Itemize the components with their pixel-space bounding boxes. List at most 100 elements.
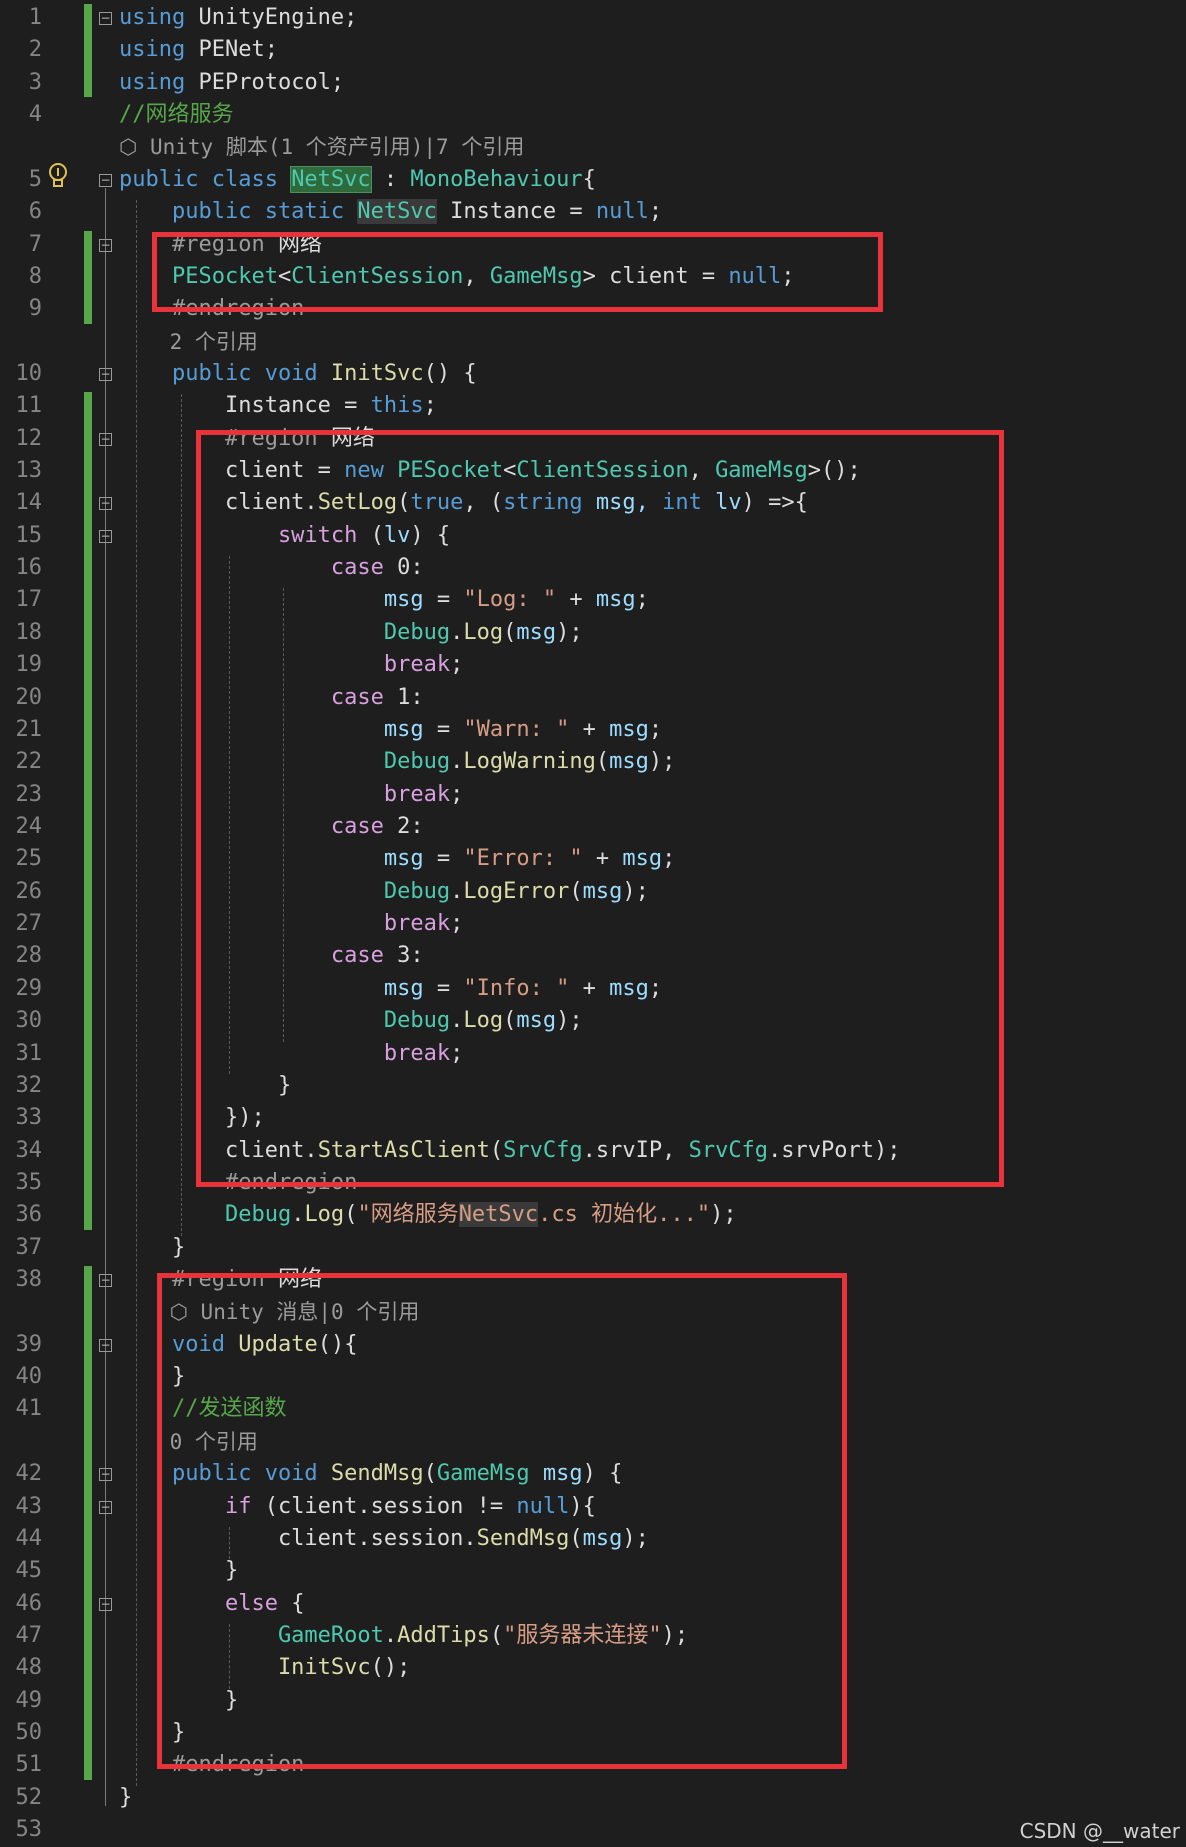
line-number: 39 bbox=[15, 1331, 43, 1357]
code-token: InitSvc bbox=[330, 360, 424, 386]
code-line[interactable]: 52} bbox=[0, 1782, 1186, 1814]
collapse-toggle-icon[interactable]: − bbox=[99, 1338, 112, 1352]
code-token: .cs 初始化..." bbox=[538, 1202, 711, 1228]
line-number: 29 bbox=[15, 975, 43, 1001]
code-token: this bbox=[370, 393, 424, 419]
code-token: null bbox=[595, 199, 649, 225]
line-number: 48 bbox=[15, 1655, 43, 1681]
line-number: 28 bbox=[15, 943, 43, 969]
line-number: 47 bbox=[15, 1623, 43, 1648]
line-number: 19 bbox=[15, 652, 43, 678]
codelens-text[interactable]: 2 个引用 bbox=[119, 326, 258, 358]
line-number: 51 bbox=[15, 1752, 43, 1778]
code-line[interactable]: 11 Instance = this; bbox=[0, 390, 1186, 422]
code-token: using bbox=[119, 69, 186, 95]
code-token: . bbox=[291, 1202, 305, 1228]
line-number: 45 bbox=[15, 1558, 43, 1584]
code-token: ⬡ Unity 脚本(1 个资产引用)|7 个引用 bbox=[119, 135, 525, 160]
line-number: 36 bbox=[15, 1202, 43, 1228]
line-number: 13 bbox=[15, 458, 43, 484]
line-number: 5 bbox=[28, 166, 42, 192]
codelens-row[interactable]: 2 个引用 bbox=[0, 326, 1186, 358]
code-text: public class NetSvc : MonoBehaviour{ bbox=[119, 164, 596, 196]
line-number: 30 bbox=[15, 1008, 43, 1034]
collapse-toggle-icon[interactable]: − bbox=[99, 173, 112, 187]
line-number: 52 bbox=[15, 1784, 43, 1810]
collapse-toggle-icon[interactable]: − bbox=[99, 1597, 112, 1611]
code-text: public static NetSvc Instance = null; bbox=[119, 196, 662, 228]
code-line[interactable]: 37 } bbox=[0, 1232, 1186, 1264]
collapse-toggle-icon[interactable]: − bbox=[99, 1274, 112, 1288]
collapse-toggle-icon[interactable]: − bbox=[99, 529, 112, 543]
code-token: 2 个引用 bbox=[119, 329, 258, 354]
code-line[interactable]: 2 using PENet; bbox=[0, 34, 1186, 66]
annotation-box-field bbox=[152, 232, 883, 312]
code-token: Debug bbox=[119, 1202, 292, 1228]
line-number: 1 bbox=[28, 5, 42, 30]
code-line[interactable]: 6 public static NetSvc Instance = null; bbox=[0, 196, 1186, 228]
code-line[interactable]: 5 public class NetSvc : MonoBehaviour{ bbox=[0, 164, 1186, 196]
code-text: using UnityEngine; bbox=[119, 2, 357, 34]
code-line[interactable]: 10 public void InitSvc() { bbox=[0, 358, 1186, 390]
line-number: 18 bbox=[15, 619, 43, 645]
code-token: Instance = bbox=[119, 393, 371, 419]
code-token: ( bbox=[344, 1202, 358, 1228]
line-number: 27 bbox=[15, 911, 43, 937]
collapse-toggle-icon[interactable]: − bbox=[99, 1468, 112, 1482]
line-number: 53 bbox=[15, 1817, 43, 1843]
line-number: 6 bbox=[28, 199, 42, 225]
line-number: 16 bbox=[15, 555, 43, 581]
line-number: 8 bbox=[28, 263, 42, 289]
line-number: 3 bbox=[28, 69, 42, 95]
code-line[interactable]: 36 Debug.Log("网络服务NetSvc.cs 初始化..."); bbox=[0, 1199, 1186, 1231]
collapse-toggle-icon[interactable]: − bbox=[99, 1500, 112, 1514]
line-number: 35 bbox=[15, 1169, 43, 1195]
line-number: 4 bbox=[28, 102, 42, 128]
code-text: } bbox=[119, 1232, 185, 1264]
line-number: 14 bbox=[15, 490, 43, 516]
code-text: } bbox=[119, 1782, 132, 1814]
watermark: CSDN @__water bbox=[1019, 1819, 1180, 1843]
code-token: : bbox=[370, 166, 411, 192]
code-token: PENet; bbox=[185, 37, 278, 63]
code-line[interactable]: 53 bbox=[0, 1814, 1186, 1846]
line-number: 20 bbox=[15, 684, 43, 710]
line-number: 17 bbox=[15, 587, 43, 613]
change-indicator-bar bbox=[84, 4, 92, 98]
codelens-text[interactable]: ⬡ Unity 脚本(1 个资产引用)|7 个引用 bbox=[119, 131, 524, 163]
collapse-toggle-icon[interactable]: − bbox=[99, 367, 112, 381]
code-line[interactable]: 1 using UnityEngine; bbox=[0, 2, 1186, 34]
collapse-toggle-icon[interactable]: − bbox=[99, 432, 112, 446]
line-number: 26 bbox=[15, 878, 43, 904]
code-text: using PEProtocol; bbox=[119, 67, 344, 99]
line-number: 21 bbox=[15, 716, 43, 742]
line-number: 38 bbox=[15, 1267, 43, 1293]
collapse-toggle-icon[interactable]: − bbox=[99, 12, 112, 25]
line-number: 15 bbox=[15, 522, 43, 548]
code-line[interactable]: 3 using PEProtocol; bbox=[0, 67, 1186, 99]
code-token: NetSvc bbox=[290, 165, 372, 193]
code-token: NetSvc bbox=[357, 199, 437, 225]
code-token: "网络服务 bbox=[357, 1202, 459, 1228]
line-number: 10 bbox=[15, 360, 43, 386]
line-number: 50 bbox=[15, 1720, 43, 1746]
line-number: 32 bbox=[15, 1072, 43, 1098]
code-token: using bbox=[119, 5, 186, 30]
code-token: ; bbox=[648, 199, 663, 225]
code-line[interactable]: 4 //网络服务 bbox=[0, 99, 1186, 131]
collapse-toggle-icon[interactable]: − bbox=[99, 238, 112, 252]
code-token: ; bbox=[423, 393, 437, 419]
code-token: public class bbox=[119, 166, 292, 192]
code-text: using PENet; bbox=[119, 34, 278, 66]
code-token: } bbox=[119, 1784, 133, 1810]
collapse-toggle-icon[interactable]: − bbox=[99, 497, 112, 511]
line-number: 11 bbox=[15, 393, 43, 419]
code-token: NetSvc bbox=[458, 1202, 539, 1228]
lightbulb-icon[interactable] bbox=[45, 160, 71, 192]
code-token: public void bbox=[119, 360, 331, 386]
annotation-box-sendmsg bbox=[157, 1273, 847, 1769]
change-indicator-bar bbox=[84, 392, 92, 1230]
line-number: 33 bbox=[15, 1105, 43, 1131]
change-indicator-bar bbox=[84, 230, 92, 324]
codelens-row[interactable]: ⬡ Unity 脚本(1 个资产引用)|7 个引用 bbox=[0, 131, 1186, 163]
